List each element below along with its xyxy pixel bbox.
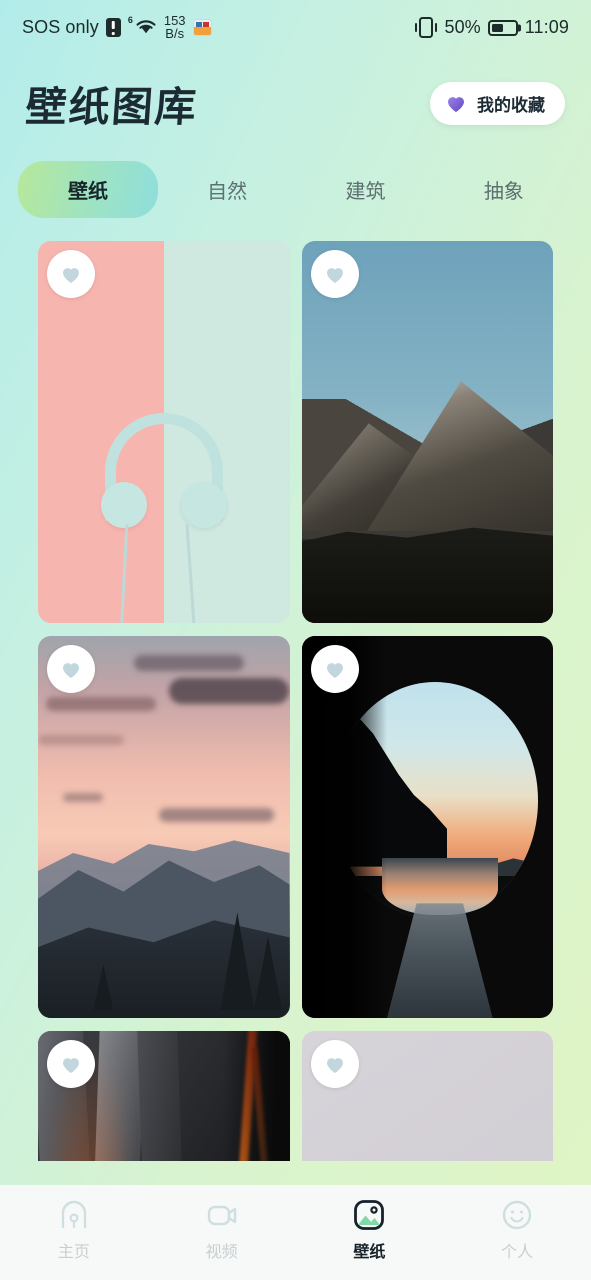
battery-icon [487,19,518,36]
heart-icon [326,663,343,678]
wallpaper-card-plain[interactable] [301,1031,553,1161]
my-favorites-button[interactable]: 我的收藏 [430,81,565,125]
app-badge-icon [192,19,212,36]
wallpaper-card-sunset[interactable] [38,636,290,1018]
favorite-button[interactable] [310,250,359,298]
smiley-person-icon [500,1198,534,1232]
network-speed: 153 B/s [164,14,186,41]
favorite-button[interactable] [310,645,359,693]
nav-item-wallpaper[interactable]: 壁纸 [296,1198,444,1262]
wallpaper-thumbnail [301,241,553,623]
wallpaper-grid [0,241,591,1161]
battery-percent-label: 50% [444,17,481,37]
wallpaper-card-mountain[interactable] [301,241,553,623]
alert-exclamation-icon [105,18,121,37]
favorite-button[interactable] [47,250,95,298]
tab-wallpaper[interactable]: 壁纸 [18,161,158,218]
app-header: 壁纸图库 我的收藏 [0,55,591,133]
wallpaper-card-tunnel[interactable] [301,636,553,1018]
heart-icon [444,91,468,115]
wifi-generation-label: 6 [127,14,133,25]
bottom-navigation: 主页 视频 壁纸 个人 [0,1185,591,1280]
nav-item-profile[interactable]: 个人 [443,1198,591,1262]
tab-nature[interactable]: 自然 [158,161,296,218]
favorite-button[interactable] [310,1040,359,1088]
wallpaper-card-ember[interactable] [38,1031,290,1161]
heart-icon [63,268,79,283]
status-bar-left: SOS only 6 153 B/s [22,14,212,41]
image-picture-icon [352,1198,386,1232]
home-icon [57,1198,91,1232]
clock-label: 11:09 [524,17,569,37]
heart-icon [63,1058,79,1073]
network-speed-unit: B/s [165,25,185,41]
wallpaper-card-headphones[interactable] [38,241,290,623]
nav-label-wallpaper: 壁纸 [353,1243,386,1261]
favorite-button[interactable] [47,1040,95,1088]
tab-abstract[interactable]: 抽象 [435,161,573,218]
category-tabs: 壁纸 自然 建筑 抽象 [0,161,591,218]
nav-label-video: 视频 [205,1243,238,1261]
heart-icon [326,1058,343,1073]
heart-icon [63,663,79,678]
tab-architecture[interactable]: 建筑 [296,161,434,218]
favorite-button[interactable] [47,645,95,693]
status-bar-right: 50% 11:09 [415,17,569,38]
wallpaper-thumbnail [38,241,290,623]
nav-item-video[interactable]: 视频 [148,1198,296,1262]
nav-label-home: 主页 [57,1243,90,1261]
vibrate-icon [415,17,438,38]
heart-icon [326,268,343,283]
wallpaper-thumbnail [301,636,553,1018]
carrier-label: SOS only [22,17,99,37]
video-camera-icon [205,1198,239,1232]
status-bar: SOS only 6 153 B/s 50% 11:09 [0,0,591,55]
page-title: 壁纸图库 [24,83,200,131]
wifi-icon: 6 [127,14,157,40]
nav-label-profile: 个人 [501,1243,534,1261]
my-favorites-label: 我的收藏 [477,95,545,115]
nav-item-home[interactable]: 主页 [0,1198,148,1262]
wallpaper-thumbnail [38,636,290,1018]
